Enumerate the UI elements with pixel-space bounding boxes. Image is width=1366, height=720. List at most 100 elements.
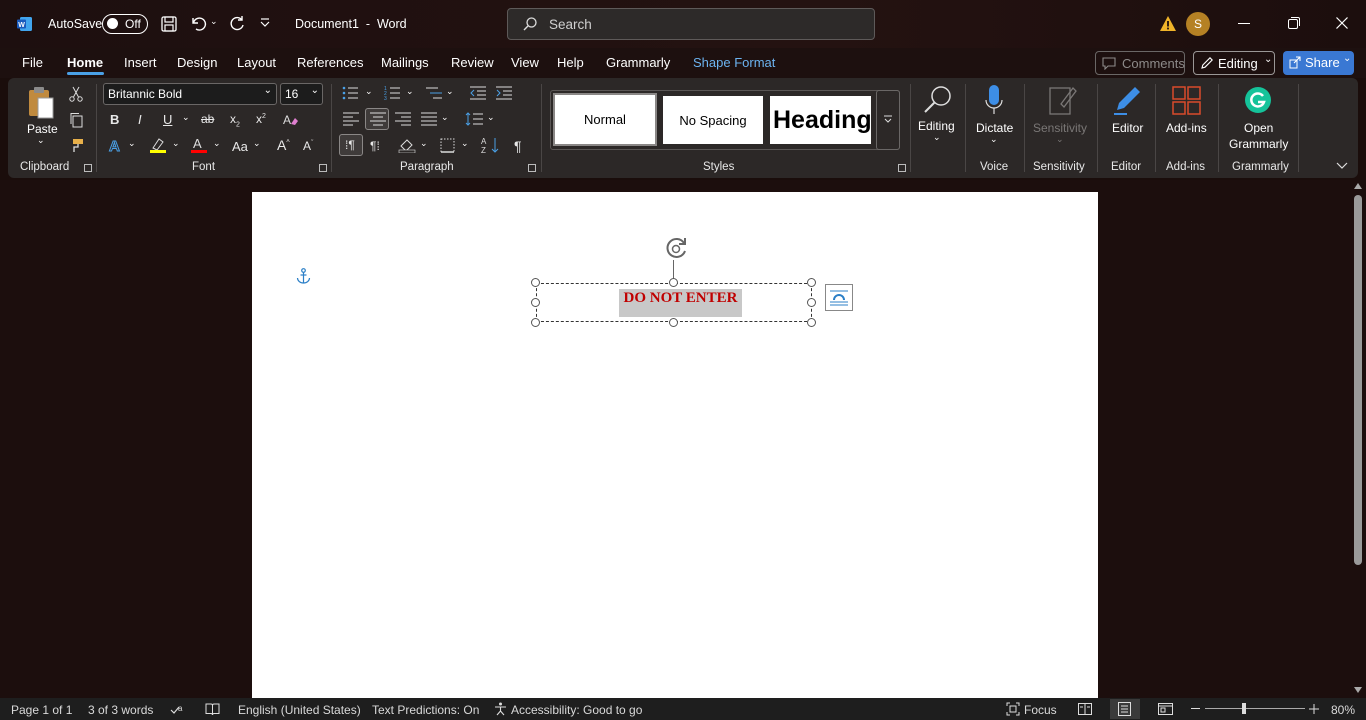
chevron-down-icon[interactable]: ⌄ <box>461 138 469 149</box>
underline-button[interactable]: U <box>163 112 172 127</box>
style-normal[interactable]: Normal <box>553 93 657 146</box>
chevron-down-icon[interactable]: ⌄ <box>128 138 136 149</box>
accessibility-icon[interactable] <box>493 702 508 719</box>
change-case-button[interactable]: Aa <box>232 139 248 154</box>
print-layout-button[interactable] <box>1110 699 1140 719</box>
chevron-down-icon[interactable]: ⌄ <box>213 138 221 149</box>
focus-icon[interactable] <box>1006 702 1020 719</box>
web-layout-icon[interactable] <box>1158 703 1173 718</box>
comments-button[interactable]: Comments <box>1095 51 1185 75</box>
shrink-font-button[interactable]: Aˇ <box>303 139 313 153</box>
editing-mode-button[interactable]: Editing ⌄ <box>1193 51 1275 75</box>
undo-icon[interactable] <box>189 15 207 36</box>
open-grammarly-button[interactable]: Open Grammarly <box>1222 84 1294 154</box>
layout-options-icon[interactable] <box>825 284 853 311</box>
strikethrough-button[interactable]: ab <box>201 112 214 126</box>
style-heading[interactable]: Heading <box>770 96 871 144</box>
chevron-down-icon[interactable]: ⌄ <box>253 138 261 149</box>
zoom-out-icon[interactable] <box>1191 708 1200 709</box>
borders-icon[interactable] <box>440 138 455 156</box>
customize-qat-icon[interactable] <box>258 15 272 32</box>
tab-view[interactable]: View <box>511 55 539 70</box>
resize-handle-s[interactable] <box>669 318 678 327</box>
grow-font-button[interactable]: A^ <box>277 137 290 153</box>
numbering-icon[interactable]: 123 <box>384 86 400 103</box>
rtl-icon[interactable]: ¶⁞ <box>370 139 380 153</box>
styles-more-button[interactable] <box>876 90 900 150</box>
align-center-button[interactable] <box>365 108 389 130</box>
tab-layout[interactable]: Layout <box>237 55 276 70</box>
tab-insert[interactable]: Insert <box>124 55 157 70</box>
dialog-launcher-icon[interactable] <box>84 164 92 172</box>
save-icon[interactable] <box>160 15 178 36</box>
text-effects-icon[interactable]: A <box>108 137 124 156</box>
tab-design[interactable]: Design <box>177 55 217 70</box>
chevron-down-icon[interactable]: ⌄ <box>406 86 414 97</box>
zoom-slider-thumb[interactable] <box>1242 703 1246 714</box>
format-painter-icon[interactable] <box>68 137 84 156</box>
subscript-button[interactable]: x2 <box>230 112 240 128</box>
editing-button[interactable]: Editing ⌄ <box>914 84 960 154</box>
cut-icon[interactable] <box>68 86 84 105</box>
editor-button[interactable]: Editor <box>1103 84 1151 154</box>
font-size-select[interactable]: 16 ⌄ <box>280 83 323 105</box>
zoom-level[interactable]: 80% <box>1331 703 1355 717</box>
decrease-indent-icon[interactable] <box>470 86 486 103</box>
sensitivity-button[interactable]: Sensitivity ⌄ <box>1028 84 1094 154</box>
tab-shape-format[interactable]: Shape Format <box>693 55 775 70</box>
tab-help[interactable]: Help <box>557 55 584 70</box>
word-count[interactable]: 3 of 3 words <box>88 703 153 717</box>
avatar[interactable]: S <box>1186 12 1210 36</box>
chevron-down-icon[interactable]: ⌄ <box>365 86 373 97</box>
accessibility-status[interactable]: Accessibility: Good to go <box>511 703 642 717</box>
bold-button[interactable]: B <box>110 112 119 127</box>
chevron-down-icon[interactable]: ⌄ <box>487 112 495 123</box>
search-box[interactable]: Search <box>507 8 875 40</box>
proofing-icon[interactable]: a <box>170 702 186 719</box>
bullets-icon[interactable] <box>342 86 358 103</box>
resize-handle-w[interactable] <box>531 298 540 307</box>
tab-file[interactable]: File <box>22 55 43 70</box>
scrollbar-thumb[interactable] <box>1354 195 1362 565</box>
restore-icon[interactable] <box>1288 17 1300 32</box>
line-spacing-icon[interactable] <box>465 112 483 129</box>
resize-handle-sw[interactable] <box>531 318 540 327</box>
italic-button[interactable]: I <box>138 112 142 127</box>
clear-formatting-icon[interactable]: A <box>282 112 299 131</box>
document-page[interactable] <box>252 192 1098 698</box>
font-color-icon[interactable]: A <box>190 136 208 157</box>
font-name-select[interactable]: Britannic Bold ⌄ <box>103 83 277 105</box>
vertical-scrollbar[interactable] <box>1350 180 1366 698</box>
undo-dropdown-icon[interactable]: ⌄ <box>210 16 218 27</box>
increase-indent-icon[interactable] <box>496 86 512 103</box>
style-no-spacing[interactable]: No Spacing <box>663 96 763 144</box>
rotate-handle-icon[interactable] <box>664 237 690 264</box>
read-aloud-icon[interactable] <box>205 702 220 719</box>
dictate-button[interactable]: Dictate ⌄ <box>970 84 1018 154</box>
tab-references[interactable]: References <box>297 55 363 70</box>
redo-icon[interactable] <box>228 15 246 36</box>
scroll-down-icon[interactable] <box>1354 687 1362 693</box>
text-predictions-status[interactable]: Text Predictions: On <box>372 703 479 717</box>
paste-button[interactable]: Paste ⌄ <box>18 84 64 154</box>
text-box[interactable]: DO NOT ENTER <box>536 283 812 322</box>
align-right-icon[interactable] <box>395 112 411 129</box>
show-formatting-icon[interactable]: ¶ <box>514 138 522 154</box>
ltr-button[interactable]: ⁞¶ <box>339 134 363 156</box>
resize-handle-ne[interactable] <box>807 278 816 287</box>
warning-icon[interactable] <box>1159 15 1177 35</box>
share-button[interactable]: Share ⌄ <box>1283 51 1354 75</box>
resize-handle-se[interactable] <box>807 318 816 327</box>
language-status[interactable]: English (United States) <box>238 703 361 717</box>
copy-icon[interactable] <box>68 112 84 131</box>
align-left-icon[interactable] <box>343 112 359 129</box>
tab-review[interactable]: Review <box>451 55 494 70</box>
tab-grammarly[interactable]: Grammarly <box>606 55 670 70</box>
page-count[interactable]: Page 1 of 1 <box>11 703 72 717</box>
tab-mailings[interactable]: Mailings <box>381 55 429 70</box>
zoom-in-icon[interactable] <box>1309 703 1319 717</box>
sort-icon[interactable]: AZ <box>481 136 501 157</box>
close-icon[interactable] <box>1336 17 1348 32</box>
minimize-icon[interactable] <box>1238 23 1250 24</box>
read-mode-icon[interactable] <box>1078 703 1092 718</box>
